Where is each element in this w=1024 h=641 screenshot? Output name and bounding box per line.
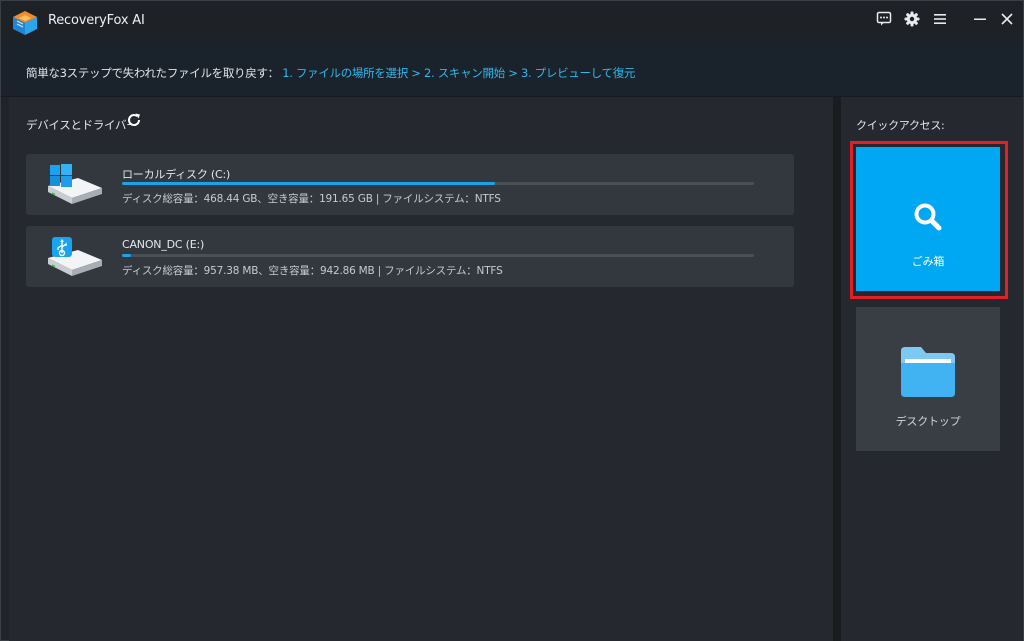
menu-icon	[934, 14, 946, 24]
app-window: RecoveryFox AI 簡単な3ステップで失われたファイルを取り戻す： 1…	[0, 0, 1024, 641]
devices-panel: デバイスとドライバー ローカルディスク (C:) ディスク総容量：468.44 …	[9, 97, 833, 641]
feedback-button[interactable]	[874, 9, 894, 29]
quick-access-label: ごみ箱	[911, 255, 945, 268]
close-icon	[1001, 13, 1013, 25]
drive-item-c[interactable]: ローカルディスク (C:) ディスク総容量：468.44 GB、空き容量：191…	[26, 154, 794, 215]
settings-button[interactable]	[902, 9, 922, 29]
quick-access-recycle-bin[interactable]: ごみ箱	[856, 147, 1000, 291]
feedback-icon	[876, 11, 892, 26]
instructions-bar: 簡単な3ステップで失われたファイルを取り戻す： 1. ファイルの場所を選択 > …	[1, 41, 1023, 97]
quick-access-title: クイックアクセス:	[856, 119, 945, 132]
drive-usage-fill	[122, 254, 132, 257]
drive-item-e[interactable]: CANON_DC (E:) ディスク総容量：957.38 MB、空き容量：942…	[26, 226, 794, 287]
quick-access-panel: クイックアクセス: ごみ箱 デスクトップ	[841, 97, 1023, 641]
refresh-icon[interactable]	[126, 112, 142, 128]
drive-name: ローカルディスク (C:)	[122, 168, 231, 181]
instructions-text: 簡単な3ステップで失われたファイルを取り戻す： 1. ファイルの場所を選択 > …	[26, 65, 635, 81]
instructions-steps: 1. ファイルの場所を選択 > 2. スキャン開始 > 3. プレビューして復元	[282, 66, 636, 80]
folder-icon	[901, 347, 955, 397]
usb-drive-icon	[48, 237, 102, 276]
menu-button[interactable]	[930, 9, 950, 29]
drive-usage-fill	[122, 182, 495, 185]
search-icon	[914, 203, 942, 231]
panel-divider	[833, 97, 841, 641]
drive-usage-bar	[122, 182, 754, 185]
settings-gear-icon	[904, 11, 920, 27]
devices-section-title: デバイスとドライバー	[26, 118, 138, 132]
drive-info: ディスク総容量：468.44 GB、空き容量：191.65 GB | ファイルシ…	[122, 193, 501, 205]
quick-access-label: デスクトップ	[895, 415, 961, 428]
app-logo-icon	[13, 11, 37, 35]
title-bar: RecoveryFox AI	[1, 1, 1023, 41]
windows-drive-icon	[48, 164, 102, 204]
drive-info: ディスク総容量：957.38 MB、空き容量：942.86 MB | ファイルシ…	[122, 265, 503, 277]
drive-name: CANON_DC (E:)	[122, 238, 205, 251]
app-title: RecoveryFox AI	[48, 13, 145, 28]
drive-usage-bar	[122, 254, 754, 257]
minimize-button[interactable]	[970, 9, 990, 29]
quick-access-desktop[interactable]: デスクトップ	[856, 307, 1000, 451]
close-button[interactable]	[997, 9, 1017, 29]
instructions-prefix: 簡単な3ステップで失われたファイルを取り戻す：	[26, 66, 279, 80]
minimize-icon	[974, 18, 986, 20]
